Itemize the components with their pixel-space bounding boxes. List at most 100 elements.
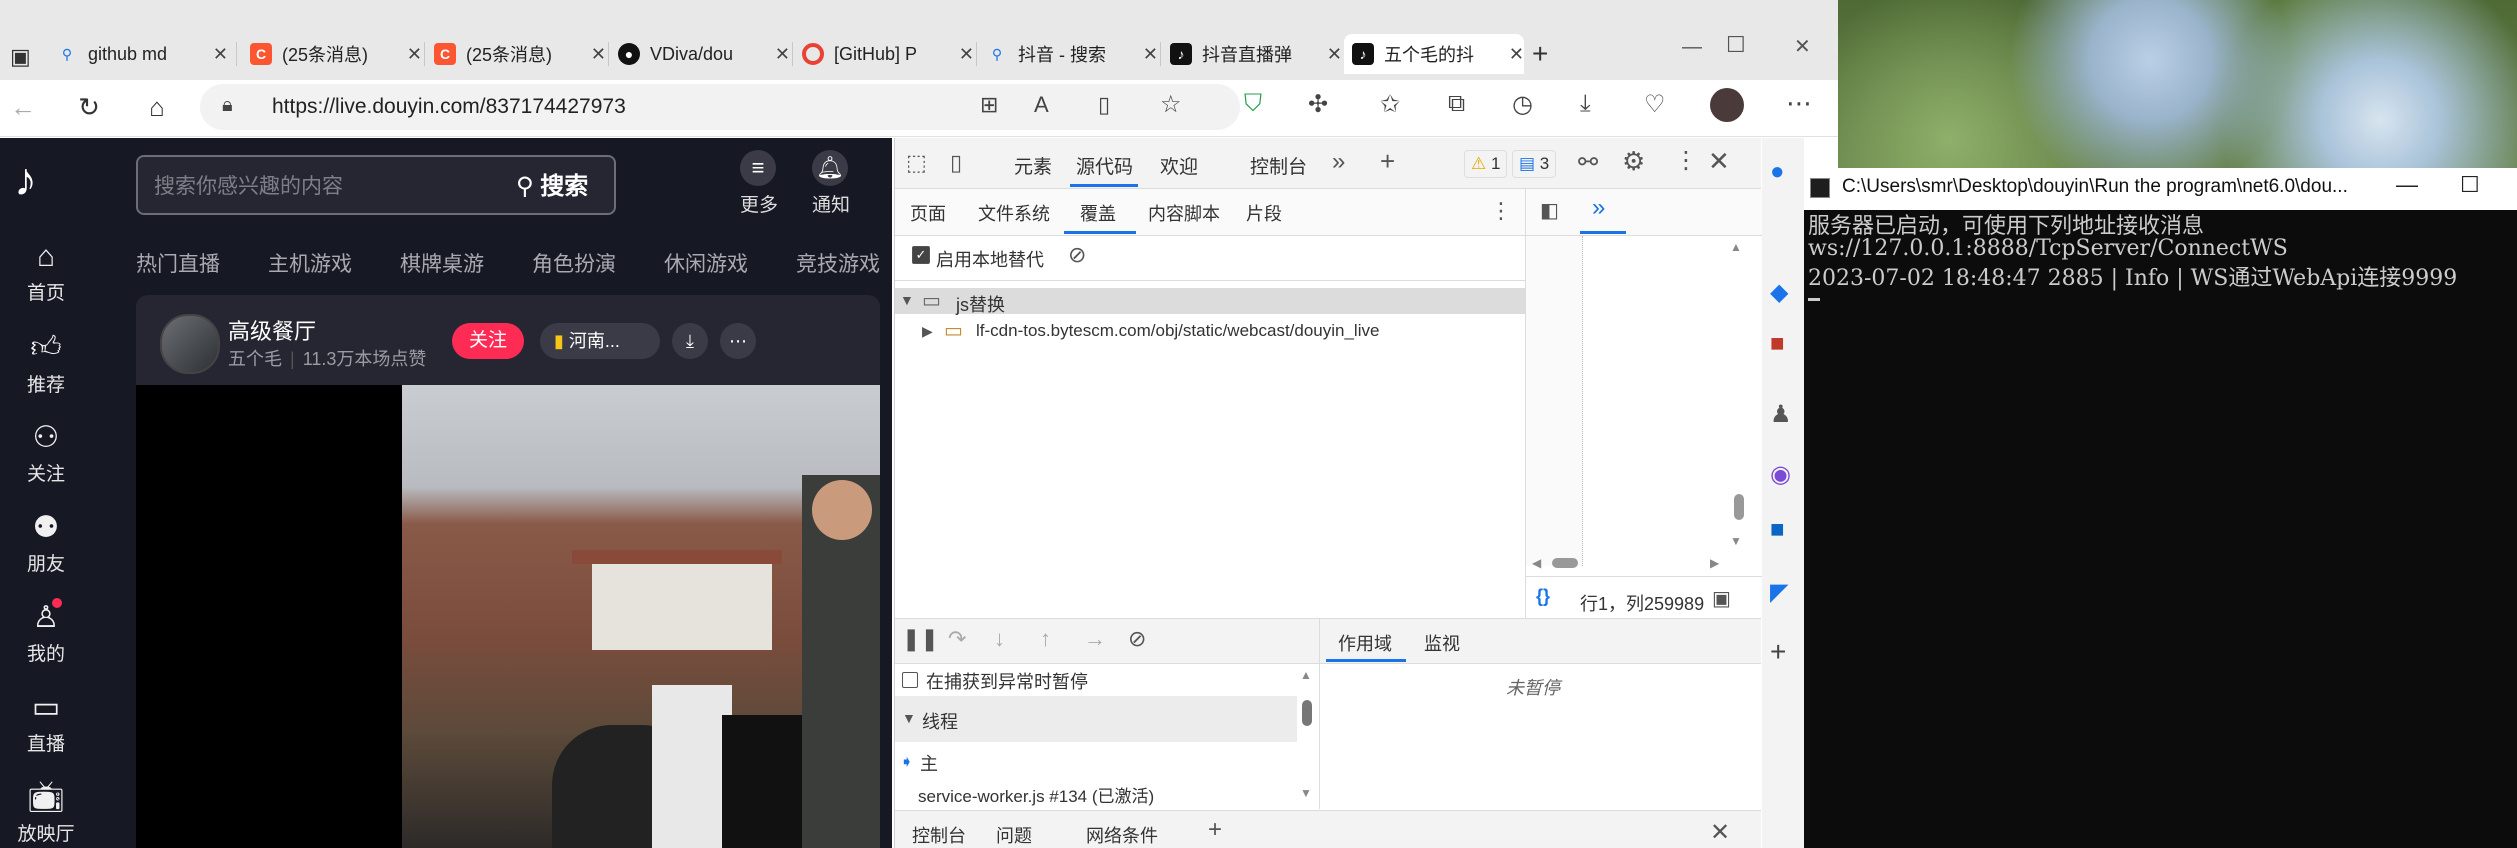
pause-on-exception-checkbox[interactable] — [902, 672, 918, 688]
outlook-icon[interactable]: ■ — [1770, 516, 1785, 544]
search-button[interactable]: ⚲ 搜索 — [516, 166, 588, 201]
more-menu-icon[interactable]: ⋯ — [1786, 88, 1812, 119]
thread-main[interactable]: 主 — [920, 750, 938, 776]
tab-douyin-live-active[interactable]: ♪ 五个毛的抖 ✕ — [1344, 34, 1524, 74]
download-icon[interactable]: ⤓ — [672, 323, 708, 359]
close-icon[interactable]: ✕ — [1321, 44, 1342, 65]
drawer-tab-console[interactable]: 控制台 — [912, 822, 966, 848]
close-icon[interactable]: ✕ — [769, 44, 790, 65]
close-icon[interactable]: ✕ — [207, 44, 228, 65]
sidebar-item-recommend[interactable]: 👍︎ 推荐 — [0, 330, 92, 397]
close-devtools-icon[interactable]: ✕ — [1708, 146, 1730, 177]
category-board-games[interactable]: 棋牌桌游 — [400, 248, 484, 278]
tab-douyin-danmu[interactable]: ♪ 抖音直播弹 ✕ — [1170, 34, 1342, 74]
history-icon[interactable]: ◷ — [1512, 90, 1533, 119]
url-text[interactable]: https://live.douyin.com/837174427973 — [272, 95, 626, 119]
close-icon[interactable]: ✕ — [585, 44, 606, 65]
tab-console[interactable]: 控制台 — [1250, 152, 1307, 179]
follow-button[interactable]: 关注 — [452, 323, 524, 359]
tab-sources[interactable]: 源代码 — [1076, 152, 1133, 179]
scroll-up-icon[interactable]: ▲ — [1730, 240, 1742, 254]
sidebar-item-live[interactable]: ▭ 直播 — [0, 690, 92, 756]
tab-github-md[interactable]: ⚲ github md ✕ — [56, 34, 228, 74]
tab-page[interactable]: 页面 — [910, 200, 946, 226]
immersive-reader-icon[interactable]: ▯ — [1098, 92, 1110, 118]
close-icon[interactable]: ✕ — [1137, 44, 1158, 65]
shield-extension-icon[interactable]: ⛉ — [1244, 90, 1262, 118]
favorite-star-icon[interactable]: ☆ — [1160, 90, 1182, 119]
close-window-button[interactable]: ✕ — [1794, 34, 1811, 59]
minimize-button[interactable]: — — [2396, 172, 2418, 198]
app-available-icon[interactable]: ⊞ — [980, 92, 998, 118]
performance-icon[interactable]: ♡ — [1644, 90, 1666, 119]
navigator-menu-icon[interactable]: ⋮ — [1490, 198, 1512, 224]
more-options-icon[interactable]: ⋯ — [720, 323, 756, 359]
scroll-left-icon[interactable]: ◀ — [1532, 556, 1541, 570]
deactivate-breakpoints-icon[interactable]: ⊘ — [1128, 626, 1146, 652]
network-icon[interactable]: ⚯ — [1578, 148, 1598, 177]
toggle-navigator-icon[interactable]: ◧ — [1540, 198, 1559, 223]
tab-douyin-search[interactable]: ⚲ 抖音 - 搜索 ✕ — [986, 34, 1158, 74]
messages-badge[interactable]: ▤ 3 — [1512, 150, 1557, 178]
sidebar-item-follow[interactable]: ⚇ 关注 — [0, 420, 92, 486]
bell-icon[interactable]: 🔔︎ — [812, 150, 848, 186]
tab-overrides[interactable]: 覆盖 — [1080, 200, 1116, 226]
tab-csdn-1[interactable]: C (25条消息) ✕ — [250, 34, 422, 74]
add-tab-icon[interactable]: + — [1380, 146, 1395, 177]
search-input[interactable]: 搜索你感兴趣的内容 — [154, 170, 343, 200]
back-button[interactable]: ← — [6, 90, 40, 124]
host-name[interactable]: 五个毛 — [228, 349, 282, 369]
location-badge[interactable]: ▮ 河南... — [540, 323, 660, 359]
tools-icon[interactable]: ■ — [1770, 330, 1785, 358]
maximize-button[interactable]: ☐ — [1726, 32, 1746, 58]
scroll-down-icon[interactable]: ▼ — [1300, 786, 1312, 800]
tab-csdn-2[interactable]: C (25条消息) ✕ — [434, 34, 606, 74]
diamond-icon[interactable]: ◆ — [1770, 278, 1788, 307]
profile-avatar[interactable] — [1710, 88, 1744, 122]
tab-welcome[interactable]: 欢迎 — [1160, 152, 1198, 179]
drawer-tab-network-conditions[interactable]: 网络条件 — [1086, 822, 1158, 848]
scroll-down-icon[interactable]: ▼ — [1730, 534, 1742, 548]
gear-icon[interactable]: ⚙ — [1622, 146, 1645, 177]
expand-arrow-icon[interactable]: ▼ — [902, 710, 916, 726]
vertical-scrollbar[interactable] — [1302, 700, 1312, 726]
minimize-button[interactable]: — — [1682, 36, 1702, 59]
more-icon[interactable]: ≡ — [740, 150, 776, 186]
scroll-up-icon[interactable]: ▲ — [1300, 668, 1312, 682]
tab-github-p[interactable]: [GitHub] P ✕ — [802, 34, 974, 74]
tab-elements[interactable]: 元素 — [1014, 152, 1052, 179]
close-drawer-icon[interactable]: ✕ — [1710, 818, 1730, 847]
file-path-label[interactable]: lf-cdn-tos.bytescm.com/obj/static/webcas… — [976, 321, 1379, 341]
step-into-icon[interactable]: ↓ — [994, 626, 1005, 652]
collections-icon[interactable]: ⧉ — [1448, 90, 1465, 118]
downloads-icon[interactable]: ⤓ — [1580, 90, 1591, 118]
override-checkbox[interactable]: ✓ — [912, 246, 930, 264]
tab-scope[interactable]: 作用域 — [1338, 630, 1392, 656]
category-hot-live[interactable]: 热门直播 — [136, 248, 220, 278]
sidebar-item-friends[interactable]: ⚉ 朋友 — [0, 510, 92, 576]
more-label[interactable]: 更多 — [740, 190, 778, 217]
more-editor-tabs-icon[interactable]: » — [1592, 194, 1605, 222]
notification-label[interactable]: 通知 — [812, 190, 850, 217]
tab-filesystem[interactable]: 文件系统 — [978, 200, 1050, 226]
close-icon[interactable]: ✕ — [953, 44, 974, 65]
avatar[interactable] — [160, 314, 220, 374]
kebab-menu-icon[interactable]: ⋮ — [1674, 146, 1698, 175]
clear-icon[interactable]: ⊘ — [1068, 242, 1086, 268]
tab-github-repo[interactable]: ● VDiva/dou ✕ — [618, 34, 790, 74]
vertical-scrollbar[interactable] — [1734, 494, 1744, 520]
pause-icon[interactable]: ❚❚ — [902, 626, 939, 652]
tab-watch[interactable]: 监视 — [1424, 630, 1460, 656]
drop-icon[interactable]: ◤ — [1770, 578, 1788, 607]
more-tabs-icon[interactable]: » — [1332, 148, 1345, 176]
extensions-icon[interactable]: ✣ — [1308, 90, 1328, 119]
favorites-icon[interactable]: ✩ — [1380, 90, 1400, 119]
tab-snippets[interactable]: 片段 — [1246, 200, 1282, 226]
coverage-icon[interactable]: ▣ — [1712, 586, 1731, 611]
sidebar-item-cinema[interactable]: 📺︎ 放映厅 — [0, 780, 92, 846]
category-casual-games[interactable]: 休闲游戏 — [664, 248, 748, 278]
drawer-tab-issues[interactable]: 问题 — [996, 822, 1032, 848]
step-icon[interactable]: → — [1084, 626, 1106, 652]
new-tab-button[interactable]: + — [1532, 38, 1548, 70]
maximize-button[interactable]: ☐ — [2460, 172, 2480, 198]
